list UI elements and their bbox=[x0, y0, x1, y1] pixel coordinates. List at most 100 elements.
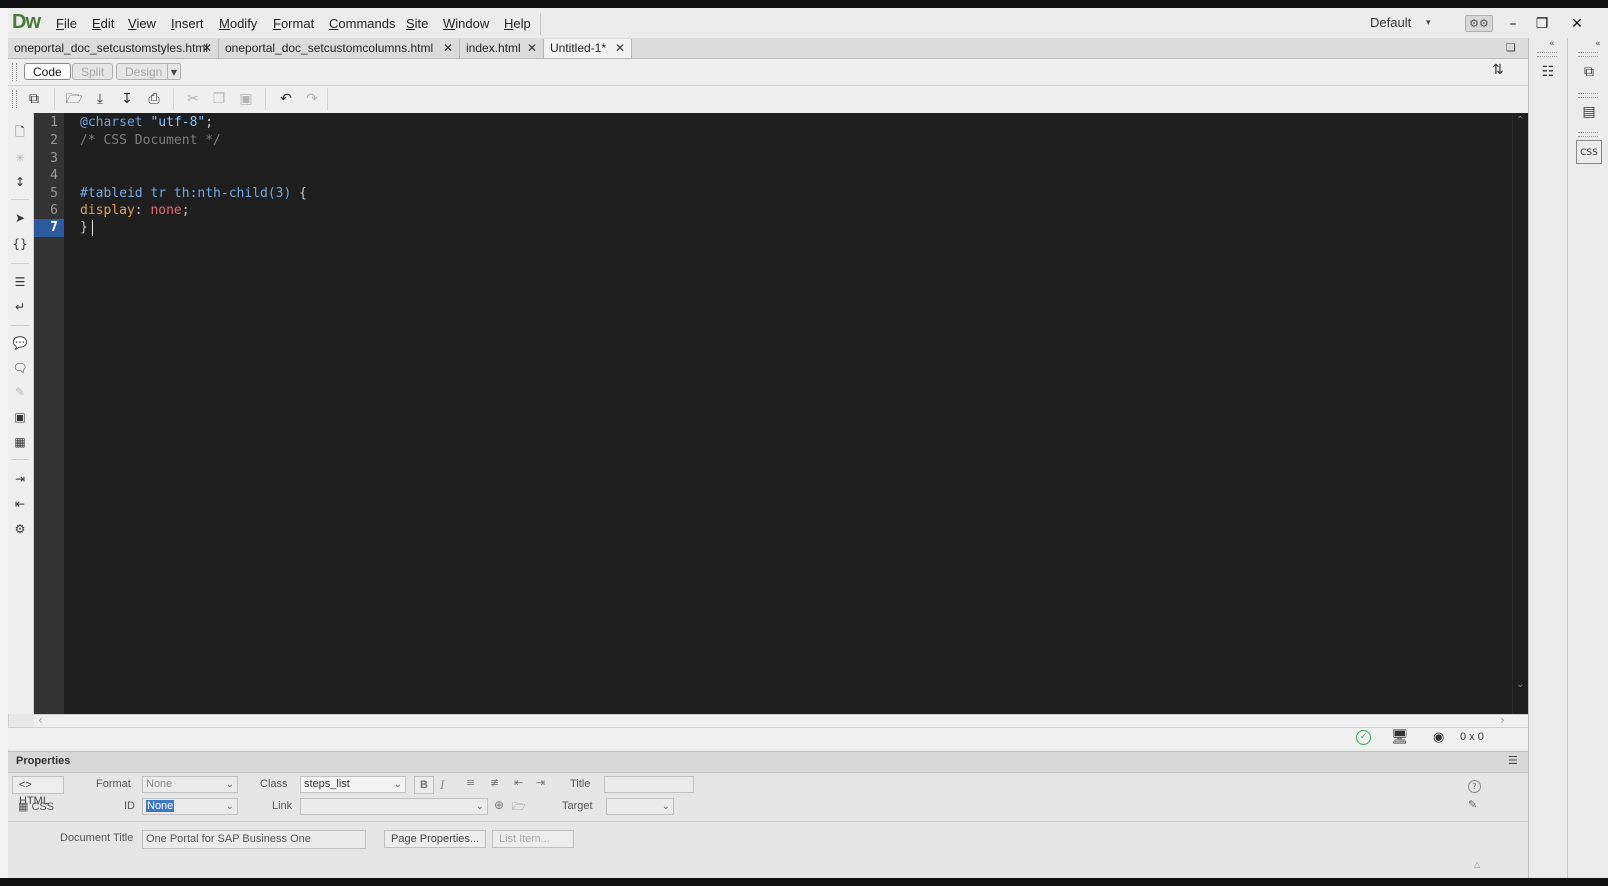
recent-snippets-icon[interactable]: ▣ bbox=[11, 408, 29, 426]
menu-format[interactable]: Format bbox=[273, 16, 314, 31]
browse-folder-icon[interactable]: 🗁 bbox=[512, 798, 526, 817]
close-icon[interactable]: ✕ bbox=[527, 39, 537, 58]
insert-panel-icon[interactable]: ⧉ bbox=[1576, 60, 1602, 84]
wrap-tag-icon[interactable]: ✎ bbox=[11, 383, 29, 401]
menu-site[interactable]: Site bbox=[406, 16, 428, 31]
restore-document-icon[interactable]: ❏ bbox=[1506, 41, 1516, 54]
code-editor[interactable]: @charset "utf-8"; /* CSS Document */ #ta… bbox=[64, 113, 1512, 714]
check-circle-icon[interactable]: ✓ bbox=[1356, 730, 1371, 745]
menu-modify[interactable]: Modify bbox=[219, 16, 257, 31]
paste-icon[interactable]: ▣ bbox=[236, 90, 256, 108]
menu-window[interactable]: Window bbox=[443, 16, 489, 31]
tab-index[interactable]: index.html ✕ bbox=[460, 39, 544, 58]
outdent-icon[interactable]: ⇤ bbox=[514, 776, 523, 789]
tab-setcustomstyles[interactable]: oneportal_doc_setcustomstyles.html ✕ bbox=[8, 39, 219, 58]
outdent-icon[interactable]: ⇤ bbox=[11, 495, 29, 513]
ordered-list-icon[interactable]: ≢ bbox=[490, 776, 499, 789]
redo-icon[interactable]: ↷ bbox=[302, 90, 322, 108]
globe-icon[interactable]: ◉ bbox=[1433, 730, 1444, 745]
close-icon[interactable]: ✕ bbox=[443, 39, 453, 58]
sort-icon[interactable]: ⇅ bbox=[1492, 62, 1504, 78]
new-document-icon[interactable]: ⧉ bbox=[24, 90, 44, 108]
assets-image-icon[interactable]: ▤ bbox=[1576, 100, 1602, 124]
panel-grip[interactable] bbox=[1537, 52, 1557, 57]
help-icon[interactable]: ? bbox=[1468, 780, 1481, 793]
italic-button[interactable]: I bbox=[440, 777, 444, 793]
link-input[interactable]: ⌄ bbox=[300, 798, 488, 815]
save-all-icon[interactable]: ↧ bbox=[117, 90, 137, 108]
indent-icon[interactable]: ⇥ bbox=[536, 776, 545, 789]
close-button[interactable]: ✕ bbox=[1564, 14, 1590, 34]
panel-grip[interactable] bbox=[1578, 52, 1598, 57]
id-select[interactable]: None ⌄ bbox=[142, 798, 238, 815]
html-mode-button[interactable]: <> HTML bbox=[12, 776, 64, 807]
download-icon[interactable]: ⤓ bbox=[90, 90, 110, 108]
device-preview-icon[interactable]: 🖥 bbox=[1391, 729, 1409, 745]
title-input[interactable] bbox=[604, 776, 694, 793]
split-view-button[interactable]: Split bbox=[72, 63, 114, 80]
toolbar-grip[interactable] bbox=[12, 63, 17, 81]
code-view-button[interactable]: Code bbox=[24, 63, 71, 80]
undo-icon[interactable]: ↶ bbox=[276, 90, 296, 108]
menu-insert[interactable]: Insert bbox=[171, 16, 204, 31]
line-numbers-icon[interactable]: ☰ bbox=[11, 273, 29, 291]
gear-icon[interactable]: ⚙⚙ bbox=[1465, 15, 1493, 32]
vertical-scrollbar[interactable]: ⌃ ⌄ bbox=[1512, 113, 1529, 714]
code-line-7[interactable]: } bbox=[80, 219, 88, 237]
quick-tag-editor-icon[interactable]: ✎ bbox=[1468, 798, 1477, 811]
code-line-2[interactable]: /* CSS Document */ bbox=[80, 132, 221, 150]
collapse-full-tag-icon[interactable]: ✳ bbox=[11, 149, 29, 167]
format-source-icon[interactable]: ⚙ bbox=[11, 520, 29, 538]
cut-icon[interactable]: ✂ bbox=[183, 90, 203, 108]
horizontal-scrollbar[interactable]: ‹ › bbox=[34, 713, 1528, 727]
comment-icon[interactable]: 💬 bbox=[11, 334, 29, 352]
document-title-input[interactable]: One Portal for SAP Business One bbox=[142, 830, 366, 849]
panel-grip[interactable] bbox=[1578, 132, 1598, 137]
close-icon[interactable]: ✕ bbox=[202, 39, 212, 58]
chevron-left-icon[interactable]: ‹ bbox=[38, 713, 43, 727]
toolbar-grip[interactable] bbox=[12, 90, 17, 108]
page-properties-button[interactable]: Page Properties... bbox=[384, 830, 487, 848]
print-icon[interactable]: ⎙ bbox=[144, 90, 164, 108]
remove-comment-icon[interactable]: 🗨 bbox=[11, 359, 29, 377]
tab-untitled-1[interactable]: Untitled-1* ✕ bbox=[544, 39, 632, 58]
bold-button[interactable]: B bbox=[414, 776, 434, 794]
code-line-1[interactable]: @charset "utf-8"; bbox=[80, 114, 213, 132]
menu-file[interactable]: File bbox=[56, 16, 77, 31]
restore-button[interactable]: ❐ bbox=[1529, 14, 1555, 34]
css-designer-icon[interactable]: CSS bbox=[1576, 140, 1602, 164]
code-line-6[interactable]: display: none; bbox=[80, 202, 190, 220]
menu-view[interactable]: View bbox=[128, 16, 156, 31]
chevron-down-icon[interactable]: ▾ bbox=[1426, 18, 1431, 28]
panel-menu-icon[interactable]: ☰ bbox=[1508, 754, 1518, 767]
sitemap-icon[interactable]: ☷ bbox=[1535, 60, 1561, 84]
word-wrap-icon[interactable]: ↵ bbox=[11, 298, 29, 316]
chevron-up-icon[interactable]: ⌃ bbox=[1516, 115, 1524, 126]
panel-grip[interactable] bbox=[1578, 93, 1598, 98]
minimize-button[interactable]: – bbox=[1500, 14, 1526, 34]
target-select[interactable]: ⌄ bbox=[606, 798, 674, 815]
indent-icon[interactable]: ⇥ bbox=[11, 470, 29, 488]
format-select[interactable]: None ⌄ bbox=[142, 776, 238, 793]
open-folder-icon[interactable]: 🗁 bbox=[64, 90, 84, 108]
expand-all-icon[interactable]: ↕ bbox=[11, 173, 29, 191]
chevron-down-icon[interactable]: ▼ bbox=[167, 63, 181, 80]
chevron-double-left-icon[interactable]: « bbox=[1595, 39, 1601, 49]
code-line-5[interactable]: #tableid tr th:nth-child(3) { bbox=[80, 185, 307, 203]
open-documents-icon[interactable]: 🗋 bbox=[11, 123, 29, 141]
chevron-double-left-icon[interactable]: « bbox=[1549, 39, 1555, 49]
copy-icon[interactable]: ❐ bbox=[209, 90, 229, 108]
css-mode-button[interactable]: ▦ CSS bbox=[18, 800, 54, 813]
unordered-list-icon[interactable]: ≡ bbox=[466, 776, 475, 789]
list-item-button[interactable]: List Item... bbox=[492, 830, 574, 848]
menu-edit[interactable]: Edit bbox=[92, 16, 114, 31]
chevron-right-icon[interactable]: › bbox=[1500, 713, 1505, 727]
point-to-file-icon[interactable]: ⊕ bbox=[494, 798, 504, 812]
balance-braces-icon[interactable]: {} bbox=[11, 235, 29, 253]
menu-commands[interactable]: Commands bbox=[329, 16, 395, 31]
workspace-switcher[interactable]: Default bbox=[1370, 15, 1411, 30]
expand-panel-icon[interactable]: △ bbox=[1474, 860, 1480, 869]
menu-help[interactable]: Help bbox=[504, 16, 531, 31]
close-icon[interactable]: ✕ bbox=[615, 39, 625, 58]
class-select[interactable]: steps_list ⌄ bbox=[300, 776, 406, 793]
